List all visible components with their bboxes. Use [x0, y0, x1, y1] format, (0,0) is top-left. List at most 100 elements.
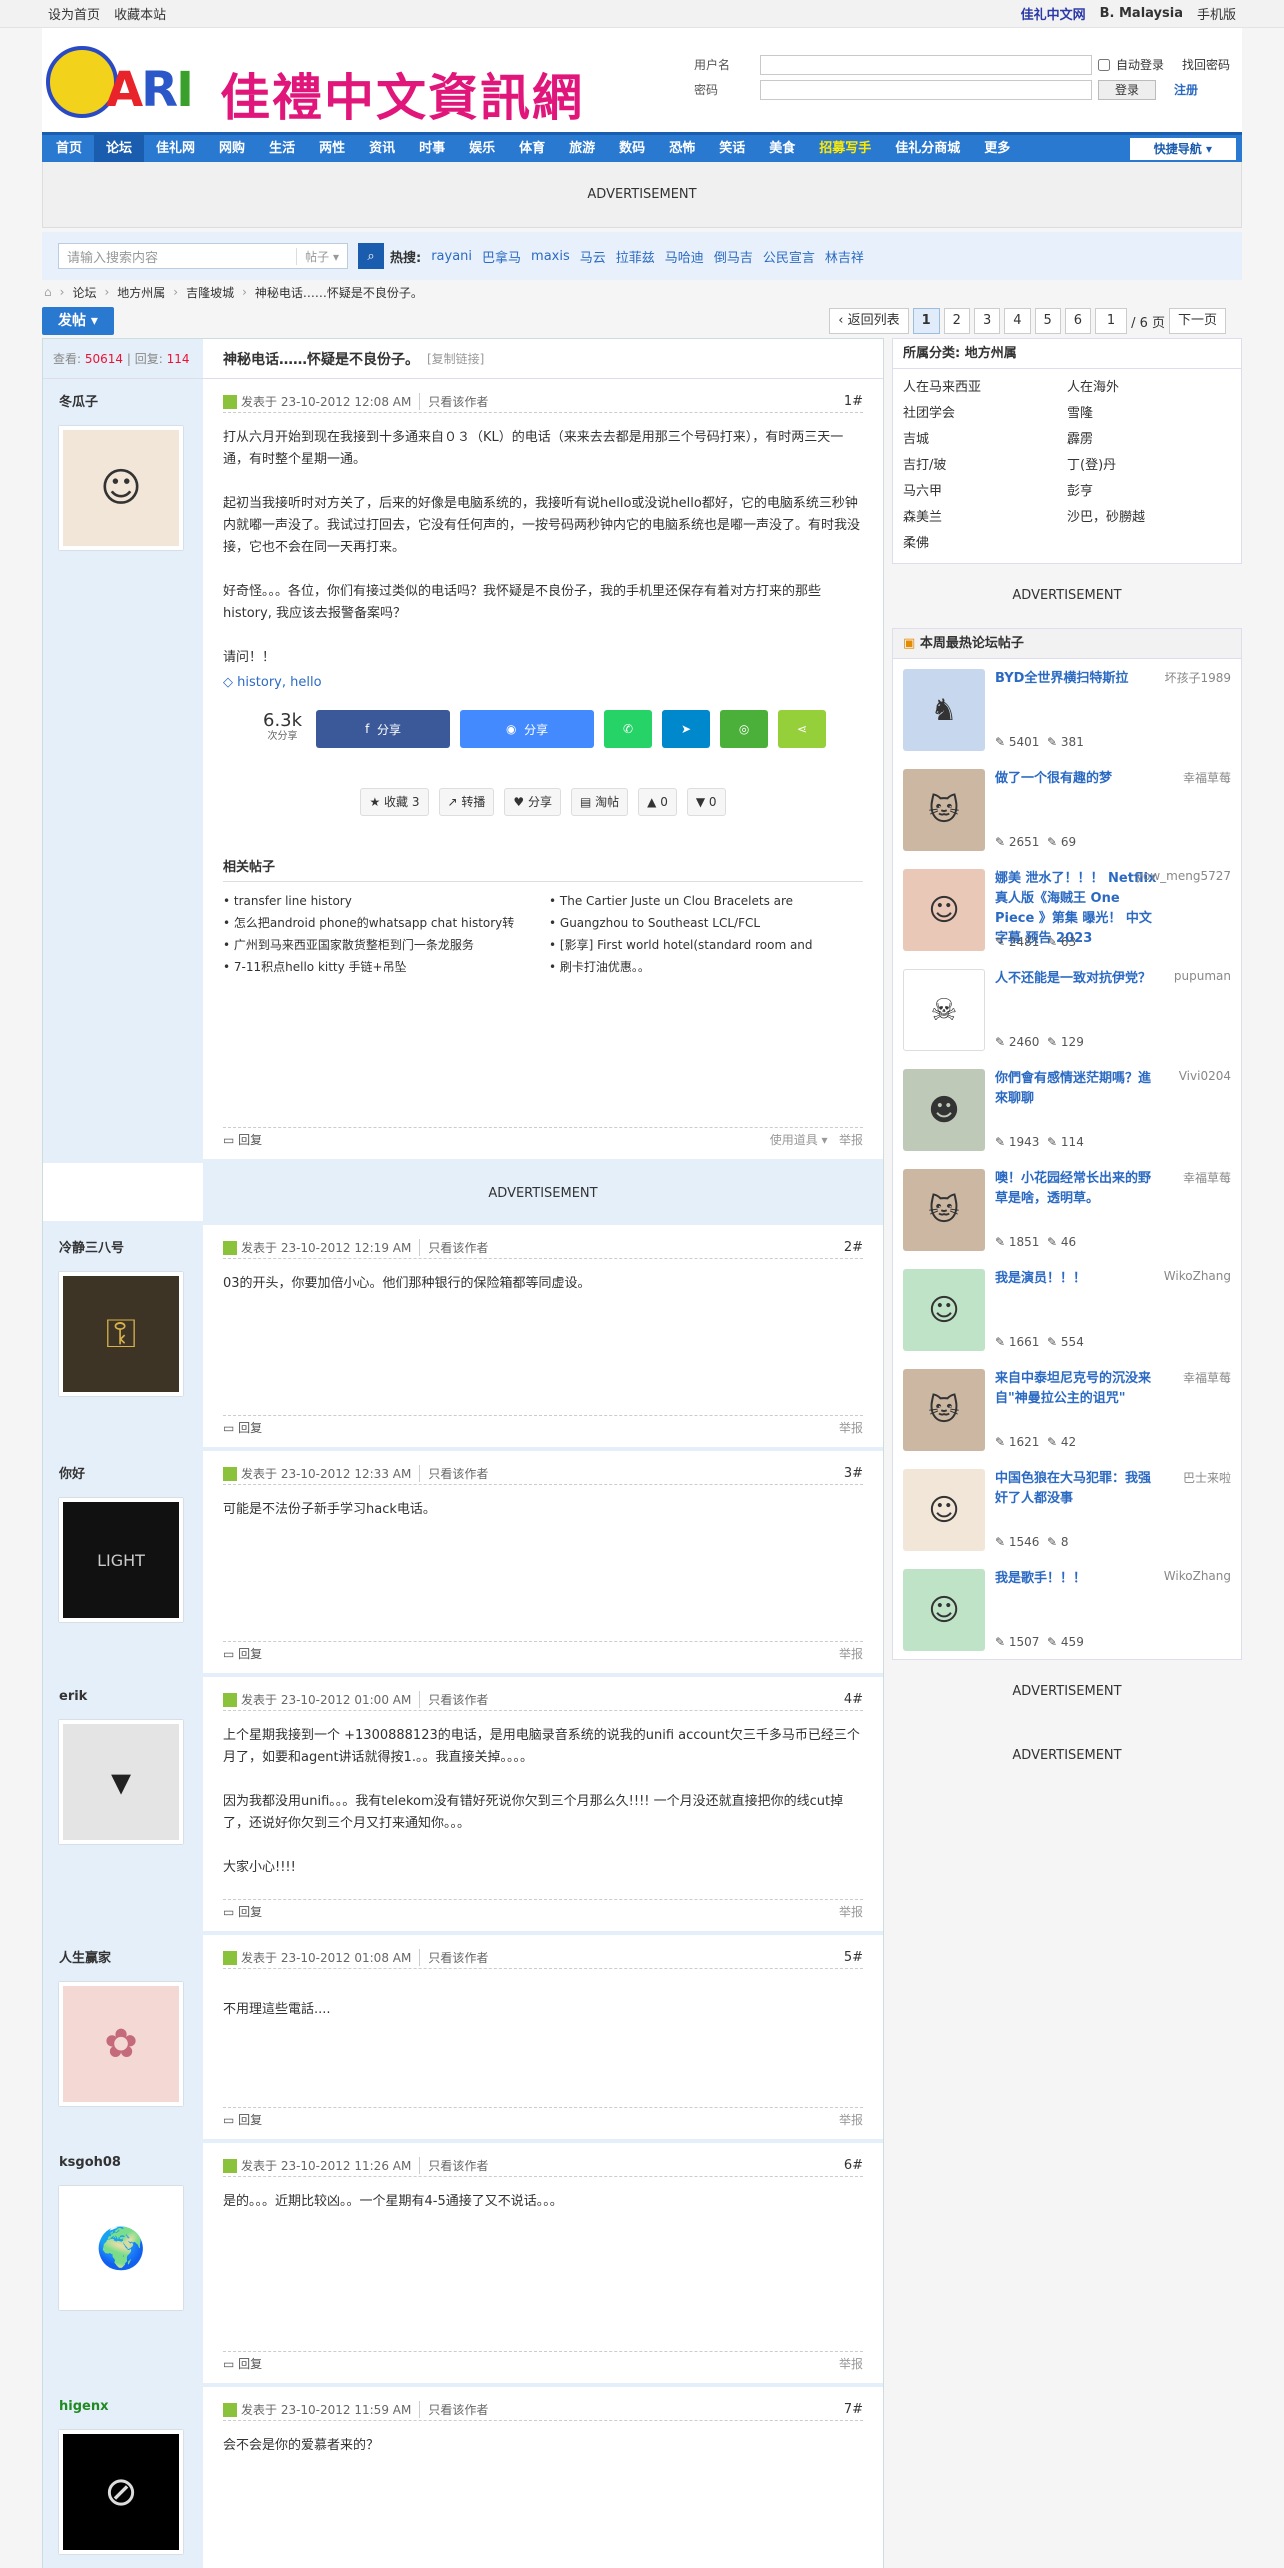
- related-post-link[interactable]: • transfer line history: [223, 890, 537, 912]
- reply-button[interactable]: ▭ 回复: [223, 1131, 262, 1148]
- nav-item[interactable]: 论坛: [94, 135, 145, 162]
- new-post-button[interactable]: 发帖 ▾: [42, 307, 114, 335]
- hot-search-link[interactable]: rayani: [431, 249, 472, 264]
- nav-item[interactable]: 恐怖: [657, 135, 707, 162]
- forgot-password-link[interactable]: 找回密码: [1182, 56, 1230, 73]
- hot-post-item[interactable]: 🐱 做了一个很有趣的梦 幸福草莓 ✎ 2651 ✎ 69: [893, 759, 1241, 859]
- quick-nav-button[interactable]: 快捷导航 ▾: [1129, 137, 1236, 160]
- avatar[interactable]: ⚿: [59, 1272, 183, 1396]
- hot-post-item[interactable]: ☺ 我是演员！！！ WikoZhang ✎ 1661 ✎ 554: [893, 1259, 1241, 1359]
- hot-post-item[interactable]: ♞ BYD全世界横扫特斯拉 坏孩子1989 ✎ 5401 ✎ 381: [893, 659, 1241, 759]
- nav-item[interactable]: 旅游: [557, 135, 607, 162]
- avatar[interactable]: ▾: [59, 1720, 183, 1844]
- only-author-link[interactable]: 只看该作者: [419, 393, 488, 410]
- avatar[interactable]: ✿: [59, 1982, 183, 2106]
- related-post-link[interactable]: • Guangzhou to Southeast LCL/FCL: [549, 912, 863, 934]
- floor-number[interactable]: 7#: [844, 2402, 863, 2417]
- hot-search-link[interactable]: 马云: [580, 247, 606, 266]
- page-link[interactable]: 6: [1064, 308, 1092, 334]
- mobile-link[interactable]: 手机版: [1197, 4, 1236, 23]
- taotie-button[interactable]: ▤ 淘帖: [570, 788, 629, 816]
- nav-item[interactable]: 资讯: [357, 135, 407, 162]
- post-author[interactable]: higenx: [59, 2399, 203, 2414]
- page-link[interactable]: 4: [1004, 308, 1031, 334]
- nav-item[interactable]: 招募写手: [807, 135, 883, 162]
- nav-item[interactable]: 数码: [607, 135, 657, 162]
- nav-item[interactable]: 佳礼分商城: [883, 135, 972, 162]
- home-icon[interactable]: ⌂: [44, 285, 52, 299]
- nav-item[interactable]: 首页: [44, 135, 94, 162]
- floor-number[interactable]: 3#: [844, 1466, 863, 1481]
- site-logo[interactable]: ARI 佳禮中文資訊網: [42, 42, 642, 127]
- reply-button[interactable]: ▭ 回复: [223, 1645, 262, 1662]
- login-button[interactable]: 登录: [1098, 79, 1157, 100]
- hot-post-item[interactable]: 🐱 来自中泰坦尼克号的沉没来自"神曼拉公主的诅咒" 幸福草莓 ✎ 1621 ✎ 42: [893, 1359, 1241, 1459]
- hot-post-item[interactable]: ☺ 中国色狼在大马犯罪：我强奸了人都没事 巴士来啦 ✎ 1546 ✎ 8: [893, 1459, 1241, 1559]
- hot-search-link[interactable]: 公民宣言: [763, 247, 815, 266]
- nav-item[interactable]: 网购: [207, 135, 257, 162]
- hot-post-item[interactable]: ☺ 我是歌手！！！ WikoZhang ✎ 1507 ✎ 459: [893, 1559, 1241, 1659]
- next-page-button[interactable]: 下一页: [1168, 308, 1226, 334]
- copy-link-button[interactable]: [复制链接]: [427, 350, 484, 367]
- reply-button[interactable]: ▭ 回复: [223, 1419, 262, 1436]
- category-link[interactable]: 丁(登)丹: [1067, 453, 1231, 479]
- floor-number[interactable]: 2#: [844, 1240, 863, 1255]
- set-homepage-link[interactable]: 设为首页: [48, 8, 100, 23]
- repost-button[interactable]: ↗ 转播: [438, 788, 495, 816]
- related-post-link[interactable]: • The Cartier Juste un Clou Bracelets ar…: [549, 890, 863, 912]
- hot-post-item[interactable]: ☺ 娜美 泄水了！！！ Netflix 真人版《海贼王 One Piece 》第集…: [893, 859, 1241, 959]
- hot-post-item[interactable]: ☻ 你們會有感情迷茫期嗎？進來聊聊 Vivi0204 ✎ 1943 ✎ 114: [893, 1059, 1241, 1159]
- bookmark-link[interactable]: 收藏本站: [114, 8, 166, 23]
- category-link[interactable]: 森美兰: [903, 505, 1067, 531]
- report-link[interactable]: 举报: [839, 1903, 863, 1920]
- avatar[interactable]: LIGHT: [59, 1498, 183, 1622]
- region-link[interactable]: B. Malaysia: [1100, 6, 1183, 21]
- hot-search-link[interactable]: 倒马吉: [714, 247, 753, 266]
- category-link[interactable]: 雪隆: [1067, 401, 1231, 427]
- only-author-link[interactable]: 只看该作者: [419, 2157, 488, 2174]
- back-to-list-button[interactable]: ‹ 返回列表: [829, 308, 909, 334]
- category-link[interactable]: 彭亨: [1067, 479, 1231, 505]
- only-author-link[interactable]: 只看该作者: [419, 2401, 488, 2418]
- category-link[interactable]: 吉城: [903, 427, 1067, 453]
- hot-post-item[interactable]: 🐱 噢！小花园经常长出来的野草是啥，透明草。 幸福草莓 ✎ 1851 ✎ 46: [893, 1159, 1241, 1259]
- only-author-link[interactable]: 只看该作者: [419, 1949, 488, 1966]
- share-more-icon[interactable]: ⋖: [778, 710, 827, 748]
- only-author-link[interactable]: 只看该作者: [419, 1239, 488, 1256]
- hot-search-link[interactable]: 拉菲兹: [616, 247, 655, 266]
- nav-item[interactable]: 娱乐: [457, 135, 507, 162]
- floor-number[interactable]: 6#: [844, 2158, 863, 2173]
- breadcrumb-item[interactable]: 神秘电话……怀疑是不良份子。: [255, 284, 423, 301]
- category-link[interactable]: 霹雳: [1067, 427, 1231, 453]
- password-input[interactable]: [760, 79, 1092, 100]
- category-link[interactable]: 吉打/玻: [903, 453, 1067, 479]
- category-link[interactable]: 人在马来西亚: [903, 375, 1067, 401]
- page-link[interactable]: 2: [943, 308, 970, 334]
- hot-search-link[interactable]: 马哈迪: [665, 247, 704, 266]
- username-input[interactable]: [760, 54, 1092, 75]
- messenger-share-button[interactable]: ◉ 分享: [460, 710, 595, 748]
- post-author[interactable]: erik: [59, 1689, 203, 1704]
- floor-number[interactable]: 5#: [844, 1950, 863, 1965]
- hot-search-link[interactable]: 林吉祥: [825, 247, 864, 266]
- facebook-share-button[interactable]: f 分享: [316, 710, 451, 748]
- post-author[interactable]: 冬瓜子: [59, 391, 203, 410]
- related-post-link[interactable]: • 怎么把android phone的whatsapp chat history…: [223, 912, 537, 934]
- nav-item[interactable]: 笑话: [707, 135, 757, 162]
- floor-number[interactable]: 4#: [844, 1692, 863, 1707]
- report-link[interactable]: 举报: [839, 1419, 863, 1436]
- category-link[interactable]: 马六甲: [903, 479, 1067, 505]
- reply-button[interactable]: ▭ 回复: [223, 2111, 262, 2128]
- report-link[interactable]: 举报: [839, 2111, 863, 2128]
- register-link[interactable]: 注册: [1174, 81, 1198, 98]
- report-link[interactable]: 举报: [839, 2355, 863, 2372]
- hot-search-link[interactable]: 巴拿马: [482, 247, 521, 266]
- only-author-link[interactable]: 只看该作者: [419, 1691, 488, 1708]
- related-post-link[interactable]: • [影享] First world hotel(standard room a…: [549, 934, 863, 956]
- wechat-icon[interactable]: ◎: [720, 710, 769, 748]
- category-link[interactable]: 社团学会: [903, 401, 1067, 427]
- post-author[interactable]: 冷静三八号: [59, 1237, 203, 1256]
- nav-item[interactable]: 两性: [307, 135, 357, 162]
- downvote-button[interactable]: ▼ 0: [686, 788, 726, 816]
- nav-item[interactable]: 生活: [257, 135, 307, 162]
